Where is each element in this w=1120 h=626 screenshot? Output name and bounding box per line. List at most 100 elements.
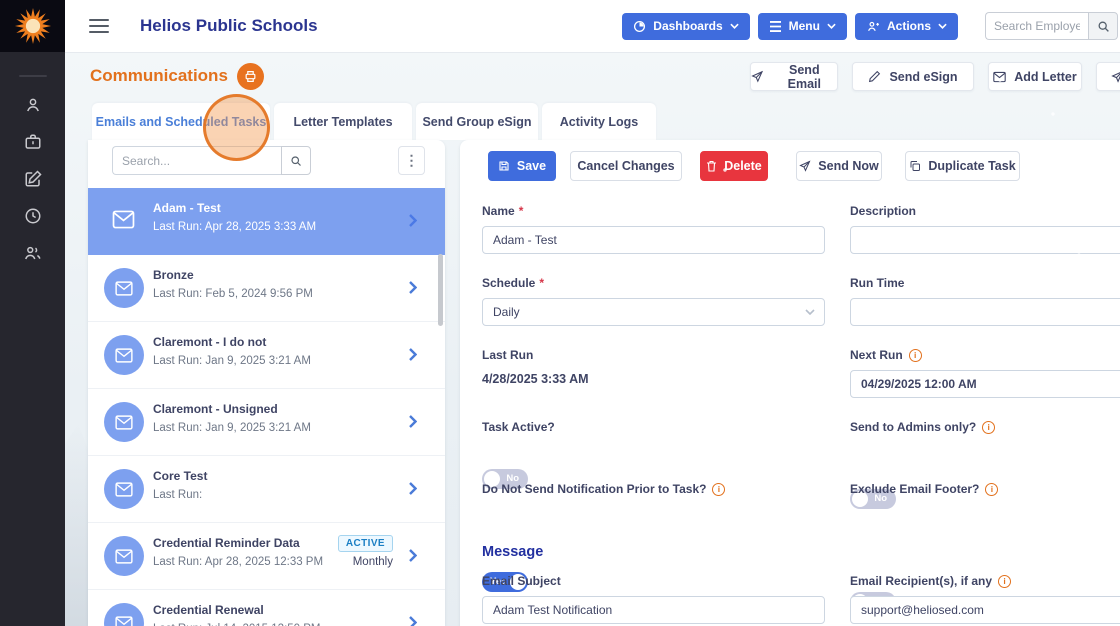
chevron-right-icon (409, 348, 417, 361)
sidebar-item-compose[interactable] (0, 170, 65, 188)
chevron-down-icon (729, 23, 739, 29)
actions-button[interactable]: Actions (854, 12, 958, 40)
list-item[interactable]: Credential RenewalLast Run: Jul 14, 2015… (88, 590, 445, 626)
printer-icon (245, 70, 256, 82)
message-section-heading: Message (482, 544, 544, 560)
search-icon (291, 155, 301, 166)
duplicate-task-button[interactable]: Duplicate Task (905, 151, 1020, 181)
pie-clock-icon (634, 20, 646, 32)
envelope-icon (115, 280, 133, 296)
tab-activity-logs[interactable]: Activity Logs (542, 103, 656, 140)
info-icon[interactable]: i (985, 482, 999, 496)
no-notification-label: Do Not Send Notification Prior to Task? i (482, 482, 726, 496)
floppy-icon (499, 161, 509, 171)
task-detail-panel: Save Cancel Changes Delete Send Now Dupl… (460, 140, 1120, 626)
email-subject-label: Email Subject (482, 574, 561, 588)
send-esign-button[interactable]: Send eSign (852, 62, 974, 91)
last-run-value: 4/28/2025 3:33 AM (482, 372, 589, 386)
envelope-badge (104, 603, 144, 626)
send-to-admins-label: Send to Admins only? i (850, 420, 996, 434)
briefcase-icon (25, 134, 40, 149)
chevron-down-icon (827, 23, 836, 29)
name-input[interactable] (482, 226, 825, 254)
list-item[interactable]: Core Test Last Run: (88, 456, 445, 523)
sidebar-item-briefcase[interactable] (0, 133, 65, 151)
chevron-right-icon (409, 482, 417, 495)
envelope-badge (104, 402, 144, 442)
app-window: Helios Public Schools Dashboards Menu Ac… (0, 0, 1120, 626)
sidebar-item-person[interactable] (0, 96, 65, 114)
kebab-icon: ⋮ (404, 152, 419, 168)
employee-search (985, 12, 1118, 40)
info-icon[interactable]: i (998, 574, 1012, 588)
logo-block[interactable] (0, 0, 65, 52)
info-icon[interactable]: i (982, 420, 996, 434)
required-asterisk: * (518, 204, 524, 218)
top-bar: Helios Public Schools Dashboards Menu Ac… (65, 0, 1120, 52)
chevron-down-icon (938, 23, 947, 29)
list-item[interactable]: Bronze Last Run: Feb 5, 2024 9:56 PM (88, 255, 445, 322)
tab-emails-and-scheduled-tasks[interactable]: Emails and Scheduled Tasks (92, 103, 270, 140)
cancel-changes-button[interactable]: Cancel Changes (570, 151, 682, 181)
employee-search-input[interactable] (985, 12, 1088, 40)
employee-search-button[interactable] (1088, 12, 1118, 40)
info-icon[interactable]: i (908, 348, 922, 362)
delete-button[interactable]: Delete (700, 151, 768, 181)
next-run-input[interactable] (850, 370, 1120, 398)
list-search-input[interactable] (112, 146, 281, 175)
page-action-buttons: Send Email Send eSign Add Letter (750, 62, 1120, 91)
paper-plane-icon (1111, 72, 1120, 83)
list-options-button[interactable]: ⋮ (398, 146, 425, 175)
sidebar (0, 0, 65, 626)
list-item[interactable]: Credential Reminder Data Last Run: Apr 28… (88, 523, 445, 590)
chevron-right-icon (409, 549, 417, 562)
chevron-right-icon (409, 415, 417, 428)
tab-letter-templates[interactable]: Letter Templates (274, 103, 412, 140)
paper-plane-icon (799, 160, 811, 172)
search-icon (1098, 21, 1109, 32)
clipped-send-button[interactable] (1096, 62, 1120, 91)
edit-icon (25, 170, 42, 187)
description-input[interactable] (850, 226, 1120, 254)
list-item[interactable]: Adam - Test Last Run: Apr 28, 2025 3:33 A… (88, 188, 445, 255)
print-button[interactable] (236, 62, 264, 90)
person-icon (26, 98, 39, 112)
run-time-input[interactable] (850, 298, 1120, 326)
schedule-select[interactable]: Daily (482, 298, 825, 326)
sunburst-logo-icon (14, 7, 51, 45)
topbar-actions: Dashboards Menu Actions (614, 12, 1118, 40)
info-icon[interactable]: i (712, 482, 726, 496)
envelope-icon (115, 481, 133, 497)
list-item[interactable]: Claremont - Unsigned Last Run: Jan 9, 202… (88, 389, 445, 456)
users-icon (25, 246, 41, 260)
person-plus-icon (868, 21, 879, 31)
menu-button[interactable]: Menu (757, 12, 847, 40)
save-button[interactable]: Save (488, 151, 556, 181)
add-letter-button[interactable]: Add Letter (988, 62, 1082, 91)
background-watermark (65, 424, 89, 626)
envelope-badge (104, 536, 144, 576)
envelope-icon (115, 347, 133, 363)
clock-icon (25, 208, 40, 224)
sidebar-item-history[interactable] (0, 207, 65, 225)
pen-icon (869, 70, 881, 83)
email-subject-input[interactable] (482, 596, 825, 624)
menu-lines-icon (769, 20, 781, 32)
detail-toolbar: Save Cancel Changes Delete Send Now Dupl… (488, 151, 1020, 181)
sidebar-divider (18, 75, 47, 77)
task-active-label: Task Active? (482, 420, 555, 434)
status-badge: ACTIVE (337, 535, 393, 552)
envelope-icon (993, 71, 1006, 82)
sidebar-item-people[interactable] (0, 244, 65, 262)
hamburger-menu-icon[interactable] (89, 19, 109, 33)
paper-plane-icon (751, 70, 764, 83)
dashboards-button[interactable]: Dashboards (622, 12, 750, 40)
task-list-panel: ⋮ Adam - TestLast Run: Apr 28, 2025 3:33… (88, 140, 445, 626)
tab-send-group-esign[interactable]: Send Group eSign (416, 103, 538, 140)
list-item[interactable]: Claremont - I do not Last Run: Jan 9, 202… (88, 322, 445, 389)
email-recipients-input[interactable] (850, 596, 1120, 624)
list-scrollbar-thumb[interactable] (438, 254, 443, 326)
list-search-button[interactable] (281, 146, 311, 175)
send-now-button[interactable]: Send Now (796, 151, 882, 181)
send-email-button[interactable]: Send Email (750, 62, 838, 91)
